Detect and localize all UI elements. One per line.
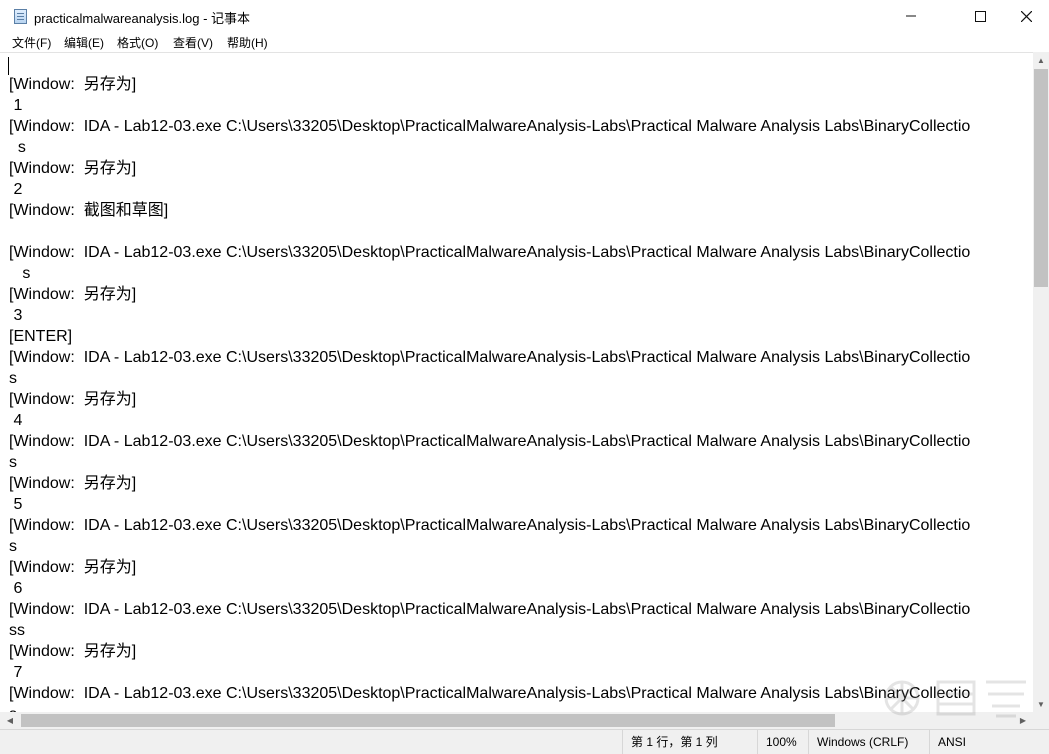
text-line: s xyxy=(9,538,17,555)
text-line: [Window: 另存为] xyxy=(9,286,137,303)
text-line: 7 xyxy=(9,664,23,681)
menu-help[interactable]: 帮助(H) xyxy=(227,34,268,51)
text-editor[interactable]: [Window: 另存为] 1 [Window: IDA - Lab12-03.e… xyxy=(0,52,1033,713)
cursor-position: 第 1 行，第 1 列 xyxy=(622,730,757,754)
text-line: [Window: IDA - Lab12-03.exe C:\Users\332… xyxy=(9,118,971,135)
text-line: 6 xyxy=(9,580,23,597)
window-title: practicalmalwareanalysis.log - 记事本 xyxy=(34,11,251,26)
text-line: [Window: 另存为] xyxy=(9,475,137,492)
text-caret xyxy=(8,57,9,75)
text-line: 1 xyxy=(9,97,23,114)
minimize-icon xyxy=(906,15,916,17)
maximize-icon xyxy=(974,10,986,22)
text-line: [Window: IDA - Lab12-03.exe C:\Users\332… xyxy=(9,244,971,261)
text-line: [Window: IDA - Lab12-03.exe C:\Users\332… xyxy=(9,517,971,534)
text-line: [Window: 另存为] xyxy=(9,160,137,177)
menu-format[interactable]: 格式(O) xyxy=(117,34,158,51)
text-line: [Window: 另存为] xyxy=(9,76,137,93)
text-line: 5 xyxy=(9,496,23,513)
vertical-scrollbar[interactable]: ▲ ▼ xyxy=(1033,52,1049,712)
close-button[interactable] xyxy=(1003,0,1049,32)
editor-lines: [Window: 另存为] 1 [Window: IDA - Lab12-03.e… xyxy=(9,74,970,713)
text-line: [Window: 另存为] xyxy=(9,559,137,576)
text-line: [Window: 另存为] xyxy=(9,391,137,408)
menu-bar: 文件(F) 编辑(E) 格式(O) 查看(V) 帮助(H) xyxy=(0,32,1049,52)
text-line: 4 xyxy=(9,412,23,429)
text-line: s xyxy=(9,454,17,471)
text-line: s xyxy=(9,139,26,156)
text-line: ss xyxy=(9,622,25,639)
menu-file[interactable]: 文件(F) xyxy=(12,34,51,51)
menu-edit[interactable]: 编辑(E) xyxy=(64,34,104,51)
menu-view[interactable]: 查看(V) xyxy=(173,34,213,51)
horizontal-scroll-thumb[interactable] xyxy=(21,714,835,727)
text-line: [ENTER] xyxy=(9,328,73,345)
status-bar: 第 1 行，第 1 列 100% Windows (CRLF) ANSI xyxy=(0,729,1049,754)
zoom-level: 100% xyxy=(757,730,808,754)
text-line: 3 xyxy=(9,307,23,324)
text-line: s xyxy=(9,370,17,387)
encoding: ANSI xyxy=(929,730,1049,754)
close-icon xyxy=(1020,10,1032,22)
text-line xyxy=(9,221,970,242)
minimize-button[interactable] xyxy=(888,0,934,32)
watermark-logo xyxy=(884,680,1026,718)
notepad-window: practicalmalwareanalysis.log - 记事本 文件(F)… xyxy=(0,0,1049,754)
text-line: 2 xyxy=(9,181,23,198)
title-bar[interactable]: practicalmalwareanalysis.log - 记事本 xyxy=(0,0,1049,32)
scroll-up-icon[interactable]: ▲ xyxy=(1033,52,1049,68)
text-line: s xyxy=(9,265,31,282)
text-line: [Window: 另存为] xyxy=(9,643,137,660)
maximize-button[interactable] xyxy=(957,0,1003,32)
text-line: [Window: 截图和草图] xyxy=(9,202,169,219)
scroll-left-icon[interactable]: ◀ xyxy=(2,712,18,728)
text-line: [Window: IDA - Lab12-03.exe C:\Users\332… xyxy=(9,349,971,366)
text-line: [Window: IDA - Lab12-03.exe C:\Users\332… xyxy=(9,433,971,450)
line-ending: Windows (CRLF) xyxy=(808,730,929,754)
text-line: [Window: IDA - Lab12-03.exe C:\Users\332… xyxy=(9,601,971,618)
notepad-icon xyxy=(14,9,27,24)
text-line: [Window: IDA - Lab12-03.exe C:\Users\332… xyxy=(9,685,971,702)
vertical-scroll-thumb[interactable] xyxy=(1034,69,1048,287)
